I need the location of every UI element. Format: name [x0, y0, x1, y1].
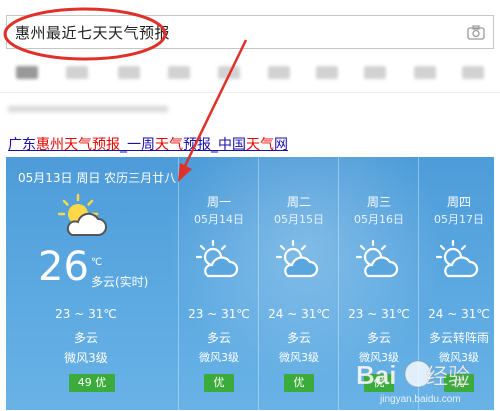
annotation-arrow-line	[181, 39, 248, 171]
svg-text:jingyan.baidu.com: jingyan.baidu.com	[379, 394, 461, 405]
highlight-ellipse	[3, 7, 167, 61]
svg-text:经验: 经验	[426, 364, 470, 389]
arrow-head-icon	[178, 163, 192, 182]
svg-text:Bai: Bai	[356, 360, 396, 390]
baidu-watermark-logo: Bai 经验 jingyan.baidu.com	[352, 352, 492, 411]
annotation-overlay	[3, 7, 248, 182]
